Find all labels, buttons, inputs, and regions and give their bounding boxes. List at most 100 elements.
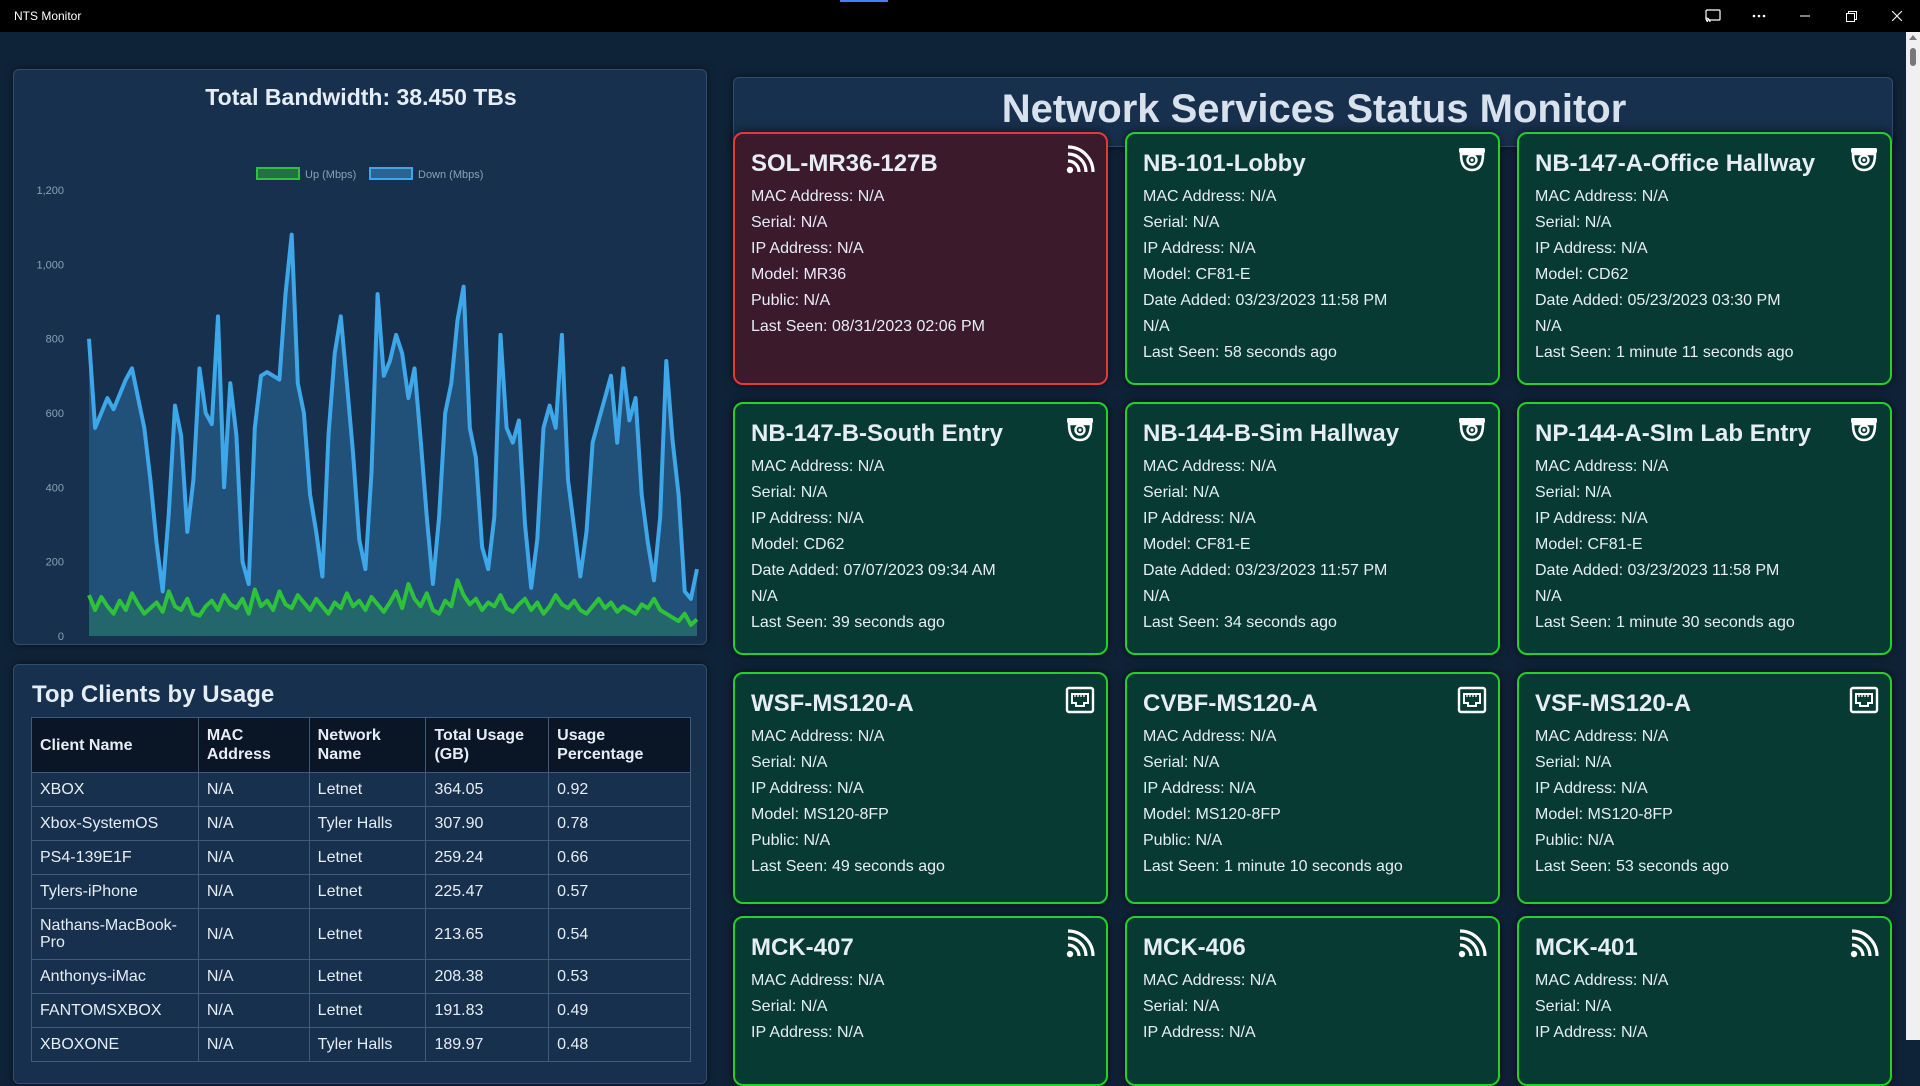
device-detail-line: N/A <box>1143 318 1170 335</box>
device-card[interactable]: VSF-MS120-A MAC Address: N/A Serial: N/A IP… <box>1517 672 1892 904</box>
device-name: NB-144-B-Sim Hallway <box>1143 420 1400 447</box>
device-name: MCK-406 <box>1143 934 1246 961</box>
table-cell: 259.24 <box>425 840 550 875</box>
device-details: MAC Address: N/A Serial: N/A IP Address: N… <box>1143 184 1387 366</box>
scroll-up-arrow[interactable] <box>1909 35 1917 40</box>
table-cell: N/A <box>197 1027 310 1062</box>
device-detail-line: Serial: N/A <box>1535 998 1612 1015</box>
table-cell: Letnet <box>308 840 427 875</box>
table-cell: 0.48 <box>548 1027 691 1062</box>
device-detail-line: Last Seen: 39 seconds ago <box>751 614 945 631</box>
device-card[interactable]: NB-147-A-Office Hallway MAC Address: N/A S… <box>1517 132 1892 385</box>
device-card[interactable]: CVBF-MS120-A MAC Address: N/A Serial: N/A I… <box>1125 672 1500 904</box>
device-details: MAC Address: N/A Serial: N/A IP Address: N… <box>1535 968 1668 1046</box>
y-tick-label: 600 <box>46 408 64 420</box>
device-detail-line: MAC Address: N/A <box>1535 728 1669 745</box>
device-detail-line: Serial: N/A <box>751 998 828 1015</box>
table-row[interactable]: Tylers-iPhone N/A Letnet 225.47 0.57 <box>31 874 691 909</box>
table-cell: PS4-139E1F <box>31 840 199 875</box>
device-detail-line: MAC Address: N/A <box>751 188 885 205</box>
titlebar-accent <box>840 0 888 2</box>
wifi-icon <box>1064 144 1096 176</box>
device-detail-line: IP Address: N/A <box>751 780 864 797</box>
device-card[interactable]: MCK-406 MAC Address: N/A Serial: N/A IP Add… <box>1125 916 1500 1086</box>
device-detail-line: IP Address: N/A <box>1535 240 1648 257</box>
table-cell: 0.92 <box>548 772 691 807</box>
table-row[interactable]: Anthonys-iMac N/A Letnet 208.38 0.53 <box>31 959 691 994</box>
table-row[interactable]: Nathans-MacBook-Pro N/A Letnet 213.65 0.54 <box>31 908 691 960</box>
device-card[interactable]: NB-101-Lobby MAC Address: N/A Serial: N/A I… <box>1125 132 1500 385</box>
device-detail-line: Model: CD62 <box>1535 266 1629 283</box>
y-tick-label: 400 <box>46 482 64 494</box>
device-detail-line: Public: N/A <box>751 292 831 309</box>
device-details: MAC Address: N/A Serial: N/A IP Address: N… <box>751 968 884 1046</box>
device-detail-line: Date Added: 07/07/2023 09:34 AM <box>751 562 996 579</box>
close-icon[interactable] <box>1874 0 1920 32</box>
device-detail-line: MAC Address: N/A <box>751 972 885 989</box>
device-detail-line: N/A <box>751 588 778 605</box>
device-details: MAC Address: N/A Serial: N/A IP Address: N… <box>1535 184 1794 366</box>
device-card[interactable]: NP-144-A-SIm Lab Entry MAC Address: N/A Se… <box>1517 402 1892 655</box>
table-row[interactable]: FANTOMSXBOX N/A Letnet 191.83 0.49 <box>31 993 691 1028</box>
table-row[interactable]: XBOXONE N/A Tyler Halls 189.97 0.48 <box>31 1027 691 1062</box>
device-detail-line: Model: CF81-E <box>1143 536 1251 553</box>
device-detail-line: Serial: N/A <box>1143 484 1220 501</box>
device-detail-line: IP Address: N/A <box>1535 1024 1648 1041</box>
table-row[interactable]: Xbox-SystemOS N/A Tyler Halls 307.90 0.78 <box>31 806 691 841</box>
device-detail-line: IP Address: N/A <box>751 240 864 257</box>
table-row[interactable]: PS4-139E1F N/A Letnet 259.24 0.66 <box>31 840 691 875</box>
device-detail-line: Last Seen: 1 minute 10 seconds ago <box>1143 858 1403 875</box>
device-card[interactable]: MCK-401 MAC Address: N/A Serial: N/A IP Add… <box>1517 916 1892 1086</box>
y-tick-label: 200 <box>46 557 64 569</box>
device-detail-line: Last Seen: 1 minute 30 seconds ago <box>1535 614 1795 631</box>
column-header[interactable]: Network Name <box>308 717 427 773</box>
device-card[interactable]: NB-147-B-South Entry MAC Address: N/A Seri… <box>733 402 1108 655</box>
device-detail-line: Serial: N/A <box>1143 998 1220 1015</box>
device-name: VSF-MS120-A <box>1535 690 1692 717</box>
restore-icon[interactable] <box>1828 0 1874 32</box>
device-detail-line: Model: MR36 <box>751 266 847 283</box>
column-header[interactable]: MAC Address <box>197 717 310 773</box>
minimize-icon[interactable] <box>1782 0 1828 32</box>
device-card[interactable]: SOL-MR36-127B MAC Address: N/A Serial: N/A… <box>733 132 1108 385</box>
device-detail-line: IP Address: N/A <box>1535 780 1648 797</box>
device-detail-line: MAC Address: N/A <box>751 728 885 745</box>
device-details: MAC Address: N/A Serial: N/A IP Address: N… <box>751 454 996 636</box>
device-detail-line: MAC Address: N/A <box>1535 458 1669 475</box>
table-cell: N/A <box>197 806 310 841</box>
cast-icon[interactable] <box>1690 0 1736 32</box>
switch-icon <box>1064 684 1096 716</box>
device-detail-line: Date Added: 03/23/2023 11:58 PM <box>1143 292 1388 309</box>
legend-item: Down (Mbps) <box>369 167 483 181</box>
device-details: MAC Address: N/A Serial: N/A IP Address: N… <box>751 184 985 340</box>
scrollbar[interactable] <box>1906 32 1920 1040</box>
table-cell: Tyler Halls <box>308 806 427 841</box>
device-detail-line: Date Added: 05/23/2023 03:30 PM <box>1535 292 1781 309</box>
device-detail-line: Model: CF81-E <box>1143 266 1251 283</box>
table-cell: N/A <box>197 840 310 875</box>
table-cell: Letnet <box>308 959 427 994</box>
table-cell: 225.47 <box>425 874 550 909</box>
camera-icon <box>1848 144 1880 176</box>
device-name: SOL-MR36-127B <box>751 150 938 177</box>
device-card[interactable]: WSF-MS120-A MAC Address: N/A Serial: N/A IP… <box>733 672 1108 904</box>
camera-icon <box>1848 414 1880 446</box>
device-detail-line: Serial: N/A <box>1535 214 1612 231</box>
device-detail-line: Last Seen: 08/31/2023 02:06 PM <box>751 318 985 335</box>
device-detail-line: Model: MS120-8FP <box>1535 806 1673 823</box>
switch-icon <box>1848 684 1880 716</box>
device-card[interactable]: NB-144-B-Sim Hallway MAC Address: N/A Seri… <box>1125 402 1500 655</box>
table-cell: Letnet <box>308 772 427 807</box>
table-cell: Nathans-MacBook-Pro <box>31 908 199 960</box>
device-detail-line: IP Address: N/A <box>751 1024 864 1041</box>
column-header[interactable]: Total Usage (GB) <box>425 717 550 773</box>
device-detail-line: Serial: N/A <box>751 754 828 771</box>
device-detail-line: Model: MS120-8FP <box>751 806 889 823</box>
device-card[interactable]: MCK-407 MAC Address: N/A Serial: N/A IP Add… <box>733 916 1108 1086</box>
scroll-thumb[interactable] <box>1910 48 1916 66</box>
table-cell: 364.05 <box>425 772 550 807</box>
more-icon[interactable] <box>1736 0 1782 32</box>
column-header[interactable]: Client Name <box>31 717 199 773</box>
table-row[interactable]: XBOX N/A Letnet 364.05 0.92 <box>31 772 691 807</box>
column-header[interactable]: Usage Percentage <box>548 717 691 773</box>
